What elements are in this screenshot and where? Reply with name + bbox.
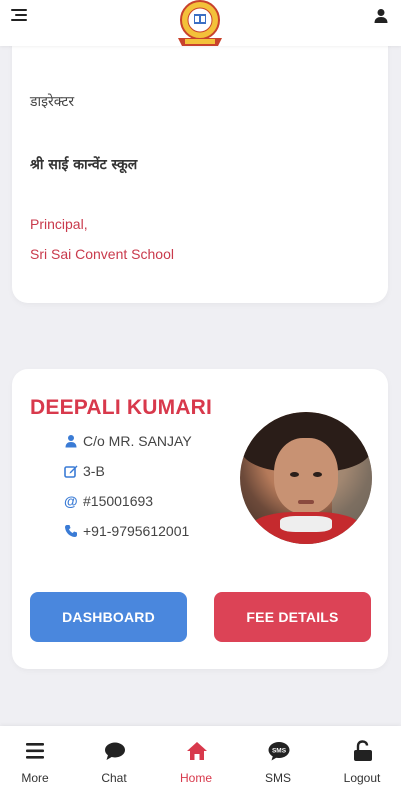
student-profile-card: DEEPALI KUMARI C/o MR. SANJAY 3-B @ #150…	[12, 369, 388, 669]
director-role-text: डाइरेक्टर	[30, 94, 75, 110]
top-app-bar	[0, 0, 401, 46]
edit-icon	[64, 464, 78, 478]
class-row: 3-B	[64, 461, 105, 481]
at-sign-icon: @	[64, 493, 78, 509]
signature-school: Sri Sai Convent School	[30, 246, 174, 262]
parent-name: C/o MR. SANJAY	[83, 433, 192, 449]
admission-number: #15001693	[83, 493, 154, 509]
user-icon	[64, 434, 78, 448]
nav-label-chat: Chat	[101, 771, 127, 785]
class-section: 3-B	[83, 463, 105, 479]
nav-label-more: More	[21, 771, 49, 785]
nav-label-home: Home	[179, 771, 212, 785]
unlock-icon	[352, 740, 372, 762]
student-name: DEEPALI KUMARI	[30, 396, 213, 419]
phone-number: +91-9795612001	[83, 523, 190, 539]
parent-row: C/o MR. SANJAY	[64, 431, 192, 451]
svg-text:SMS: SMS	[272, 748, 287, 755]
dashboard-button[interactable]: DASHBOARD	[30, 592, 187, 642]
menu-icon	[25, 740, 45, 762]
phone-icon	[64, 524, 78, 538]
nav-item-chat[interactable]: Chat	[79, 726, 149, 800]
admission-row: @ #15001693	[64, 491, 153, 511]
school-name-hindi: श्री साई कान्वेंट स्कूल	[30, 157, 138, 173]
bottom-navigation: More Chat Home SMS SMS Logout	[0, 726, 401, 800]
fee-details-button[interactable]: FEE DETAILS	[214, 592, 371, 642]
nav-item-sms[interactable]: SMS SMS	[243, 726, 313, 800]
chat-icon	[104, 740, 125, 762]
nav-item-more[interactable]: More	[0, 726, 70, 800]
signature-title: Principal,	[30, 216, 88, 232]
nav-item-home[interactable]: Home	[161, 726, 231, 800]
home-icon	[186, 740, 207, 762]
nav-label-logout: Logout	[343, 771, 381, 785]
director-message-card: डाइरेक्टर श्री साई कान्वेंट स्कूल Princi…	[12, 30, 388, 303]
nav-label-sms: SMS	[264, 771, 291, 785]
school-logo	[173, 0, 227, 50]
phone-row: +91-9795612001	[64, 521, 189, 541]
student-photo-avatar	[240, 412, 372, 544]
hamburger-menu-icon[interactable]	[11, 9, 29, 23]
user-icon[interactable]	[373, 8, 389, 24]
sms-icon: SMS	[268, 740, 290, 762]
nav-item-logout[interactable]: Logout	[327, 726, 397, 800]
